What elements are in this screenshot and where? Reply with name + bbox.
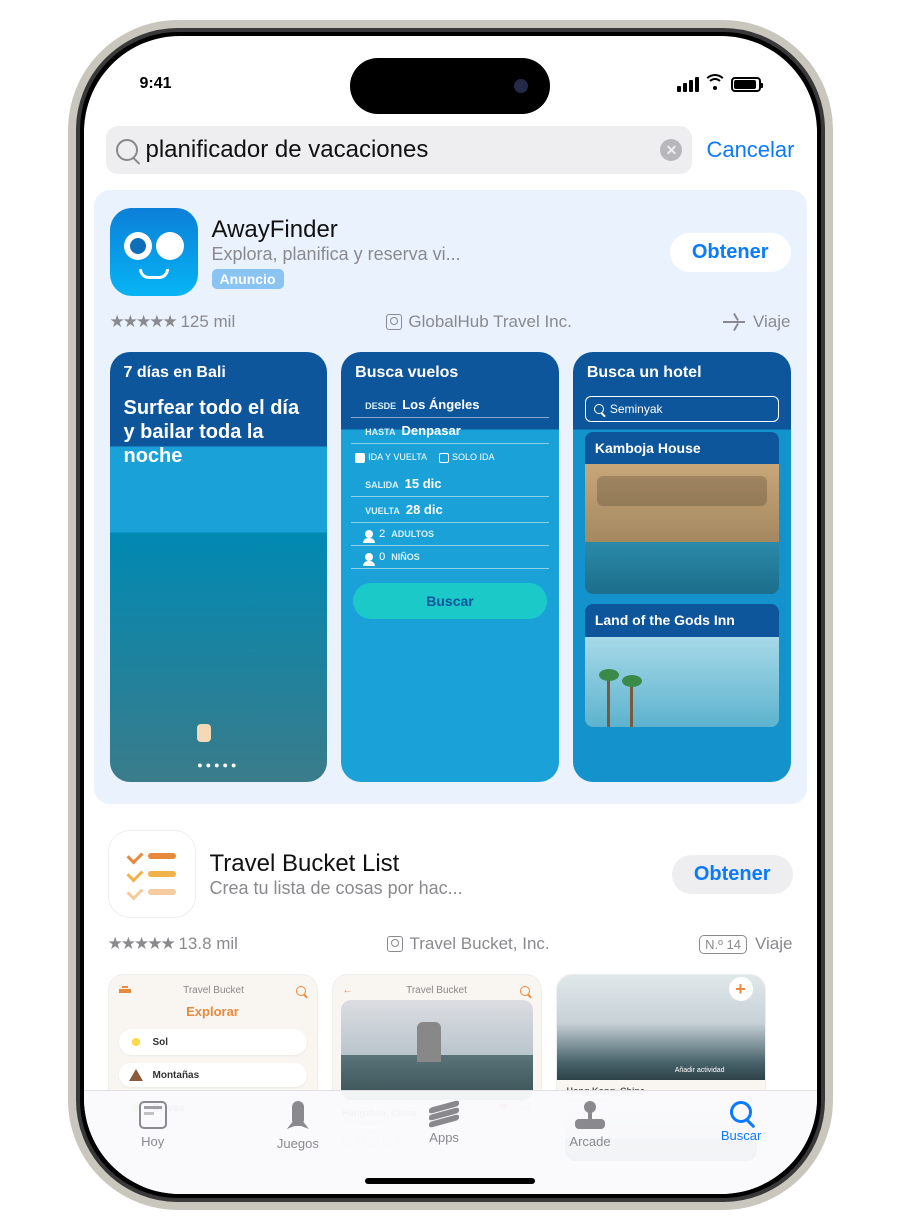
screenshot-1[interactable]: 7 días en Bali Surfear todo el día y bai… <box>110 352 328 782</box>
app-tagline: Explora, planifica y reserva vi... <box>212 244 656 265</box>
developer-name: GlobalHub Travel Inc. <box>408 312 571 332</box>
battery-icon <box>731 77 761 92</box>
add-icon: + <box>729 977 753 1001</box>
rank-badge: N.º 14 <box>699 935 747 954</box>
search-field[interactable]: planificador de vacaciones ✕ <box>106 126 693 174</box>
rating-count: 13.8 mil <box>178 934 238 953</box>
apps-icon <box>429 1101 459 1125</box>
games-icon <box>283 1101 313 1131</box>
search-row: planificador de vacaciones ✕ Cancelar <box>84 126 817 186</box>
today-icon <box>139 1101 167 1129</box>
search-query: planificador de vacaciones <box>146 136 661 164</box>
flight-search-button: Buscar <box>353 583 547 619</box>
tab-search[interactable]: Buscar <box>721 1101 761 1194</box>
search-icon <box>296 986 306 996</box>
wifi-icon <box>705 76 725 92</box>
get-button[interactable]: Obtener <box>670 233 791 272</box>
tab-games[interactable]: Juegos <box>277 1101 319 1194</box>
dynamic-island <box>350 58 550 114</box>
screenshot-3[interactable]: Busca un hotel Seminyak Kamboja House La… <box>573 352 791 782</box>
home-indicator[interactable] <box>365 1178 535 1184</box>
app-tagline: Crea tu lista de cosas por hac... <box>210 878 658 899</box>
app-name: AwayFinder <box>212 216 656 244</box>
search-icon <box>520 986 530 996</box>
developer-icon <box>386 314 402 330</box>
clear-icon[interactable]: ✕ <box>660 139 682 161</box>
screenshot-2[interactable]: Busca vuelos DESDELos Ángeles HASTADenpa… <box>341 352 559 782</box>
app-category: Viaje <box>753 312 791 332</box>
get-button[interactable]: Obtener <box>672 855 793 894</box>
search-tab-icon <box>730 1101 752 1123</box>
app-icon-bucketlist <box>108 830 196 918</box>
tab-arcade[interactable]: Arcade <box>569 1101 610 1194</box>
arcade-icon <box>575 1101 605 1129</box>
cancel-button[interactable]: Cancelar <box>706 137 794 163</box>
star-rating: ★★★★★ <box>108 934 174 953</box>
app-icon-awayfinder <box>110 208 198 296</box>
status-time: 9:41 <box>140 75 172 93</box>
sponsored-result[interactable]: AwayFinder Explora, planifica y reserva … <box>94 190 807 804</box>
back-icon: ← <box>343 985 353 996</box>
developer-icon <box>387 936 403 952</box>
developer-name: Travel Bucket, Inc. <box>409 934 549 954</box>
ad-badge: Anuncio <box>212 269 284 289</box>
tab-today[interactable]: Hoy <box>139 1101 167 1194</box>
app-category: Viaje <box>755 934 793 954</box>
app-name: Travel Bucket List <box>210 850 658 878</box>
star-rating: ★★★★★ <box>110 312 176 331</box>
search-icon <box>116 139 138 161</box>
surfer-graphic <box>197 724 211 742</box>
rating-count: 125 mil <box>180 312 235 331</box>
cellular-icon <box>677 76 699 92</box>
plane-icon <box>723 321 745 323</box>
menu-icon <box>119 989 131 993</box>
page-dots: ●●●●● <box>110 760 328 770</box>
